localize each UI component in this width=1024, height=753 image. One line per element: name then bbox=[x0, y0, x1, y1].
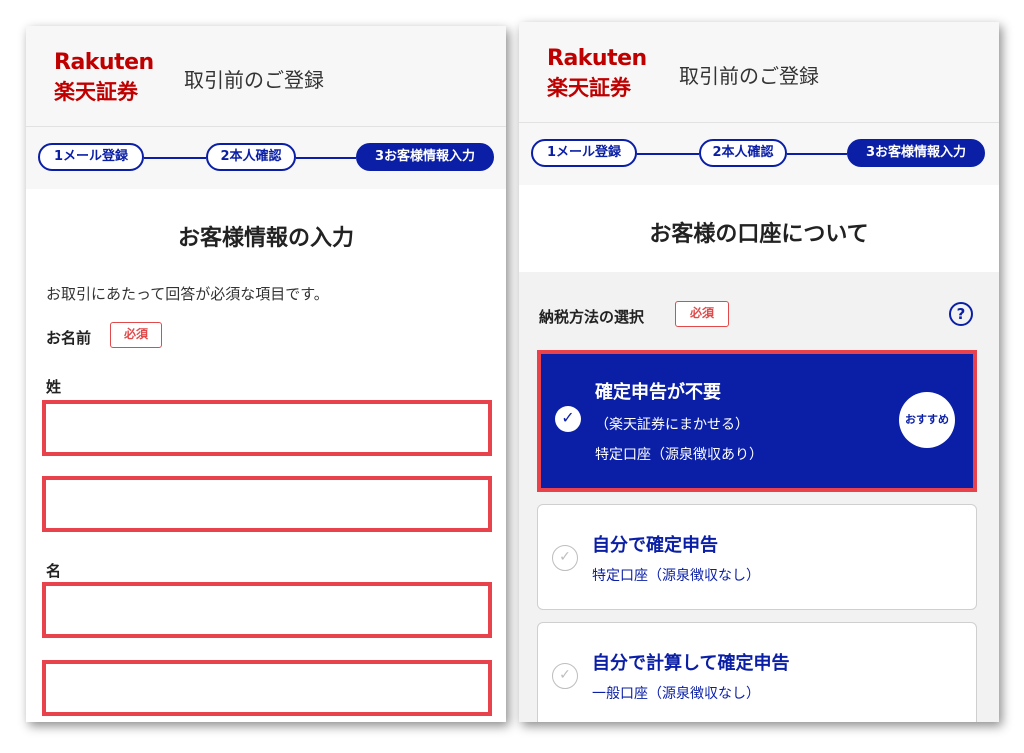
section-title: お客様情報の入力 bbox=[177, 226, 354, 251]
recommended-badge: おすすめ bbox=[899, 392, 955, 448]
section-title: お客様の口座について bbox=[649, 222, 869, 247]
logo-text-en: Rakuten bbox=[54, 50, 154, 75]
given-name-kana-input-box bbox=[42, 660, 492, 716]
surname-kana-input-box bbox=[42, 476, 492, 532]
description-text: お取引にあたって回答が必須な項目です。 bbox=[46, 285, 329, 303]
step-connector bbox=[637, 153, 699, 155]
option-account-type: 特定口座（源泉徴収なし） bbox=[592, 568, 760, 584]
option-self-calculate-tax-return[interactable]: ✓ 自分で計算して確定申告 一般口座（源泉徴収なし） bbox=[537, 622, 977, 722]
tax-method-label: 納税方法の選択 bbox=[539, 308, 645, 326]
required-badge: 必須 bbox=[110, 322, 162, 348]
rakuten-securities-logo: Rakuten 楽天証券 bbox=[54, 50, 164, 110]
step-identity-verification: 2本人確認 bbox=[206, 143, 296, 171]
check-icon: ✓ bbox=[555, 406, 581, 432]
page-header-title: 取引前のご登録 bbox=[184, 68, 324, 92]
logo-text-en: Rakuten bbox=[547, 46, 647, 71]
registration-panel-personal-info: Rakuten 楽天証券 取引前のご登録 1メール登録 2本人確認 3お客様情報… bbox=[26, 26, 506, 722]
step-connector bbox=[787, 153, 847, 155]
surname-input[interactable] bbox=[46, 404, 488, 452]
form-content: お客様情報の入力 お取引にあたって回答が必須な項目です。 お名前 必須 姓 名 bbox=[26, 190, 506, 722]
progress-stepper: 1メール登録 2本人確認 3お客様情報入力 bbox=[26, 127, 506, 189]
surname-input-box bbox=[42, 400, 492, 456]
required-badge: 必須 bbox=[675, 301, 729, 327]
step-email-registration: 1メール登録 bbox=[531, 139, 637, 167]
check-icon: ✓ bbox=[552, 545, 578, 571]
rakuten-securities-logo: Rakuten 楽天証券 bbox=[547, 46, 657, 106]
option-title: 自分で確定申告 bbox=[592, 535, 718, 556]
option-subtitle: （楽天証券にまかせる） bbox=[595, 417, 749, 433]
step-customer-info-input: 3お客様情報入力 bbox=[356, 143, 494, 171]
option-no-tax-return[interactable]: ✓ 確定申告が不要 （楽天証券にまかせる） 特定口座（源泉徴収あり） おすすめ bbox=[537, 350, 977, 492]
step-email-registration: 1メール登録 bbox=[38, 143, 144, 171]
step-connector bbox=[144, 157, 206, 159]
option-account-type: 特定口座（源泉徴収あり） bbox=[595, 447, 763, 463]
surname-label: 姓 bbox=[46, 378, 62, 396]
given-name-kana-input[interactable] bbox=[46, 664, 488, 712]
step-identity-verification: 2本人確認 bbox=[699, 139, 787, 167]
option-title: 確定申告が不要 bbox=[595, 382, 721, 403]
given-name-input[interactable] bbox=[46, 586, 488, 634]
header: Rakuten 楽天証券 取引前のご登録 bbox=[26, 26, 506, 127]
header: Rakuten 楽天証券 取引前のご登録 bbox=[519, 22, 999, 123]
given-name-label: 名 bbox=[46, 562, 62, 580]
progress-stepper: 1メール登録 2本人確認 3お客様情報入力 bbox=[519, 123, 999, 185]
option-title: 自分で計算して確定申告 bbox=[592, 653, 790, 674]
tax-method-section: 納税方法の選択 必須 ? ✓ 確定申告が不要 （楽天証券にまかせる） 特定口座（… bbox=[519, 272, 999, 722]
step-connector bbox=[296, 157, 356, 159]
step-customer-info-input: 3お客様情報入力 bbox=[847, 139, 985, 167]
surname-kana-input[interactable] bbox=[46, 480, 488, 528]
logo-text-ja: 楽天証券 bbox=[547, 76, 631, 100]
check-icon: ✓ bbox=[552, 663, 578, 689]
name-label: お名前 bbox=[46, 329, 92, 347]
option-self-tax-return[interactable]: ✓ 自分で確定申告 特定口座（源泉徴収なし） bbox=[537, 504, 977, 610]
page-header-title: 取引前のご登録 bbox=[679, 64, 819, 88]
given-name-input-box bbox=[42, 582, 492, 638]
registration-panel-account-type: Rakuten 楽天証券 取引前のご登録 1メール登録 2本人確認 3お客様情報… bbox=[519, 22, 999, 722]
option-account-type: 一般口座（源泉徴収なし） bbox=[592, 686, 760, 702]
help-icon[interactable]: ? bbox=[949, 302, 973, 326]
logo-text-ja: 楽天証券 bbox=[54, 80, 138, 104]
